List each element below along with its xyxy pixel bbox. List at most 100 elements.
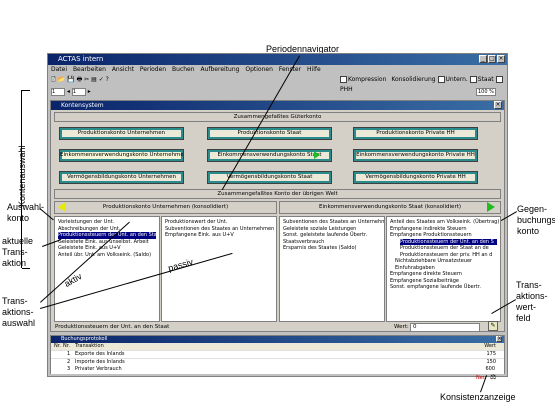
check-icon[interactable]: ✓ [99,76,104,83]
row-value: 175 [486,351,496,357]
menu-perioden[interactable]: Perioden [140,66,166,73]
protokoll-table: Nr. Nr. Transaktion Wert 1 Exporte des I… [51,343,504,367]
annotation-transaktionsauswahl: Trans-aktions-auswahl [2,296,36,328]
column-header-nr: Nr. [54,343,61,349]
menu-ansicht[interactable]: Ansicht [112,66,134,73]
account-button-einkommen-privat[interactable]: Einkommensverwendungskonto Private HH [353,149,478,162]
counter-account-debit-list[interactable]: Subventionen des Staates an Unternehmen … [279,216,385,322]
transaction-item[interactable]: Sonst. geleistete laufende Übertr. [283,232,381,239]
cut-icon[interactable]: ✂ [84,76,89,83]
phh-label: PHH [340,86,353,93]
staat-checkbox[interactable] [469,76,477,83]
uebrige-welt-bar[interactable]: Zusammengefaßtes Konto der übrigen Welt [54,189,501,199]
help-icon[interactable]: ? [106,76,109,83]
minimize-button[interactable]: _ [479,55,487,63]
counter-account-credit-list[interactable]: Anteil des Staates am Volkseink. (Übertr… [386,216,501,322]
row-value: 600 [485,366,495,372]
app-window: ACTAS intern _ □ × Datei Bearbeiten Ansi… [47,53,508,381]
menu-bearbeiten[interactable]: Bearbeiten [73,66,106,73]
selected-account-header: Produktionskonto Unternehmen (konsolidie… [54,201,277,214]
phh-checkbox[interactable] [495,76,503,83]
period-next-icon[interactable]: ▸ [88,88,91,95]
maximize-button[interactable]: □ [488,55,496,63]
row-transaction: Exporte des Inlands [75,351,125,357]
print-icon[interactable]: 🖶 [77,76,83,83]
staat-label: Staat [477,76,494,83]
table-header: Nr. Nr. Transaktion Wert [51,343,504,351]
wert-label: Wert: [394,324,409,330]
menu-optionen[interactable]: Optionen [245,66,273,73]
annotation-konsistenzanzeige: Konsistenzanzeige [440,392,516,402]
transaction-item[interactable]: Subventionen des Staates an Unternehmen [283,219,384,226]
konsolidierung-label: Konsolidierung [391,76,436,83]
period-spin-icon[interactable]: ◂ [67,88,70,95]
transaction-item[interactable]: Anteil des Staates am Volkseink. (Übertr… [390,219,499,226]
transaction-value-field[interactable]: 0 [410,323,480,332]
account-button-einkommen-unternehmen[interactable]: Einkommensverwendungskonto Unternehmen [59,149,184,162]
account-button-vermoegen-privat[interactable]: Vermögensbildungskonto Private HH [353,171,478,184]
menu-hilfe[interactable]: Hilfe [307,66,321,73]
row-number: 3 [67,366,71,372]
app-titlebar: ACTAS intern _ □ × [48,54,507,65]
active-right-arrow-icon [314,151,320,159]
transaction-item[interactable]: Anteil übr. Unt. am Volkseink. (Saldo) [58,252,156,259]
toolbar-options: Kompression Konsolidierung Untern. Staat… [340,75,508,93]
account-button-produktion-staat[interactable]: Produktionskonto Staat [207,127,332,140]
app-title: ACTAS intern [58,55,104,63]
zoom-field[interactable]: 100 % [476,88,496,96]
toolbar: 🗋 📂 💾 🖶 ✂ ▤ ✓ ? [51,75,191,85]
kompression-checkbox[interactable] [340,76,347,83]
menu-buchen[interactable]: Buchen [172,66,195,73]
column-header-nr2: Nr. [63,343,70,349]
table-row[interactable]: 1 Exporte des Inlands 175 [51,351,504,359]
leader-line [22,90,30,91]
selected-account-debit-list[interactable]: Vorleistungen der Unt. Abschreibungen de… [54,216,160,322]
protokoll-titlebar: Buchungsprotokoll × [51,336,504,343]
account-button-produktion-unternehmen[interactable]: Produktionskonto Unternehmen [59,127,184,140]
unternehmen-label: Untern. [445,76,468,83]
kontensystem-window: Kontensystem × Zusammengefaßtes Güterkon… [50,100,505,332]
annotation-gegenbuchungskonto: Gegen-buchungs-konto [517,204,555,236]
leader-line [21,90,22,268]
account-button-produktion-privat[interactable]: Produktionskonto Private HH [353,127,478,140]
row-number: 2 [67,359,71,365]
transaction-item[interactable]: Sonst. empfangene laufende Übertr. [390,284,497,291]
open-icon[interactable]: 📂 [58,76,65,83]
kompression-label: Kompression [348,76,387,83]
period-from-field[interactable]: 1 [51,88,65,96]
save-icon[interactable]: 💾 [67,76,74,83]
transaction-item[interactable]: Produktionssteuern der Staat an de [400,245,497,252]
leader-line [22,268,30,269]
kontensystem-title: Kontensystem [61,102,104,109]
gueterkonto-bar[interactable]: Zusammengefaßtes Güterkonto [54,112,501,122]
table-row[interactable]: 3 Privater Verbrauch 600 [50,366,505,374]
menu-datei[interactable]: Datei [51,66,67,73]
selected-account-arrow-icon[interactable] [58,202,66,212]
new-icon[interactable]: 🗋 [51,76,56,83]
transaction-item[interactable]: Empfangene Eink. aus U+V [165,232,273,239]
book-icon[interactable]: ▤ [91,76,97,83]
account-button-vermoegen-unternehmen[interactable]: Vermögensbildungskonto Unternehmen [59,171,184,184]
annotation-transaktionswertfeld: Trans-aktions-wert-feld [516,280,548,323]
book-transaction-icon[interactable]: ✎ [488,321,498,331]
transaction-item[interactable]: Ersparnis des Staates (Saldo) [283,245,381,252]
counter-account-arrow-icon[interactable] [487,202,495,212]
annotation-kontenauswahl: Kontenauswahl [17,145,27,207]
unternehmen-checkbox[interactable] [437,76,445,83]
close-button[interactable]: × [497,55,505,63]
counter-account-header: Einkommensverwendungskonto Staat (konsol… [279,201,501,214]
period-navigator: 1 ◂ 1 ▸ [51,87,121,97]
kontensystem-close-button[interactable]: × [494,101,502,109]
row-value: 150 [486,359,496,365]
row-transaction: Importe des Inlands [75,359,125,365]
protokoll-close-button[interactable]: × [496,336,502,342]
kontensystem-titlebar: Kontensystem × [51,101,504,110]
menu-bar: Datei Bearbeiten Ansicht Perioden Buchen… [48,65,507,74]
column-header-transaktion: Transaktion [75,343,104,349]
menu-aufbereitung[interactable]: Aufbereitung [200,66,239,73]
buchungsprotokoll-window: Buchungsprotokoll × Nr. Nr. Transaktion … [50,335,505,367]
annotation-auswahlkonto: Auswahl-konto [7,202,45,223]
period-to-field[interactable]: 1 [71,88,86,96]
column-header-wert: Wert [484,343,496,349]
current-transaction-item[interactable]: Produktionssteuern der Unt. an den Staat [58,232,159,239]
